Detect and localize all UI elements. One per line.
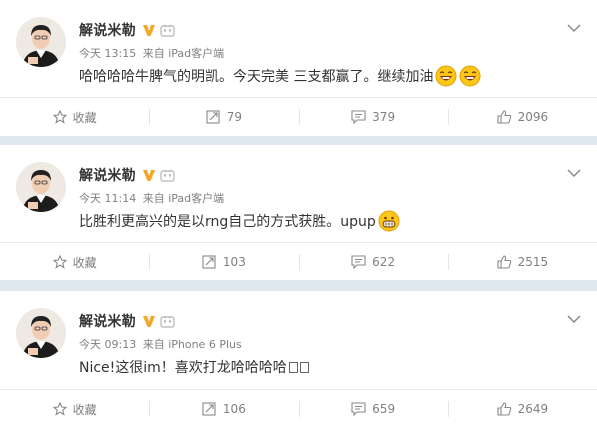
- like-count: 2649: [517, 402, 549, 416]
- star-icon: [52, 110, 67, 124]
- username[interactable]: 解说米勒: [79, 165, 136, 185]
- comment-button[interactable]: 379: [298, 98, 448, 136]
- post-card: 解说米勒 今天 13:15 来自 iPad客户端 哈哈哈哈牛脾气的明凯。今天完美…: [0, 0, 597, 136]
- post-time[interactable]: 今天 13:15: [79, 47, 136, 60]
- post-text: 哈哈哈哈牛脾气的明凯。今天完美 三支都赢了。继续加油: [79, 69, 434, 85]
- post-text: Nice!这很im！喜欢打龙哈哈哈哈: [79, 360, 287, 376]
- laugh-emoji: [459, 65, 481, 87]
- favorite-label: 收藏: [72, 255, 97, 270]
- repost-count: 103: [222, 255, 246, 269]
- repost-icon: [206, 110, 221, 124]
- favorite-label: 收藏: [72, 110, 97, 125]
- like-count: 2096: [517, 110, 549, 124]
- comment-icon: [351, 110, 366, 124]
- favorite-button[interactable]: 收藏: [0, 98, 149, 136]
- favorite-button[interactable]: 收藏: [0, 243, 149, 281]
- post-card: 解说米勒 今天 11:14 来自 iPad客户端 比胜利更高兴的是以rng自己的…: [0, 145, 597, 280]
- favorite-button[interactable]: 收藏: [0, 390, 149, 427]
- repost-button[interactable]: 103: [149, 243, 298, 281]
- avatar[interactable]: [16, 162, 66, 212]
- grin-emoji: [378, 210, 400, 232]
- post-time[interactable]: 今天 09:13: [79, 338, 136, 351]
- username[interactable]: 解说米勒: [79, 311, 136, 331]
- weibo-feed: 解说米勒 今天 13:15 来自 iPad客户端 哈哈哈哈牛脾气的明凯。今天完美…: [0, 0, 597, 427]
- like-icon: [497, 110, 512, 124]
- like-button[interactable]: 2515: [447, 243, 597, 281]
- like-button[interactable]: 2649: [447, 390, 597, 427]
- username[interactable]: 解说米勒: [79, 20, 136, 40]
- chevron-down-icon[interactable]: [567, 309, 581, 324]
- comment-icon: [351, 402, 366, 416]
- comment-count: 622: [372, 255, 396, 269]
- chevron-down-icon[interactable]: [567, 18, 581, 33]
- action-bar: 收藏 79 379 2096: [0, 98, 597, 136]
- chevron-down-icon[interactable]: [567, 163, 581, 178]
- repost-count: 79: [226, 110, 243, 124]
- comment-count: 379: [372, 110, 396, 124]
- like-icon: [497, 255, 512, 269]
- repost-button[interactable]: 106: [149, 390, 298, 427]
- repost-button[interactable]: 79: [149, 98, 298, 136]
- post-text: 比胜利更高兴的是以rng自己的方式获胜。upup: [79, 214, 376, 230]
- verified-v-icon: [141, 313, 157, 329]
- laugh-emoji: [435, 65, 457, 87]
- favorite-label: 收藏: [72, 402, 97, 417]
- action-bar: 收藏 103 622 2515: [0, 243, 597, 281]
- missing-glyph-icon: [299, 361, 309, 373]
- comment-icon: [351, 255, 366, 269]
- like-button[interactable]: 2096: [447, 98, 597, 136]
- missing-glyph-icon: [288, 361, 298, 373]
- verified-v-icon: [141, 22, 157, 38]
- post-time[interactable]: 今天 11:14: [79, 192, 136, 205]
- member-icon[interactable]: [160, 23, 175, 38]
- post-source[interactable]: 来自 iPhone 6 Plus: [143, 338, 242, 351]
- avatar[interactable]: [16, 17, 66, 67]
- post-card: 解说米勒 今天 09:13 来自 iPhone 6 Plus Nice!这很im…: [0, 291, 597, 427]
- member-icon[interactable]: [160, 168, 175, 183]
- like-icon: [497, 402, 512, 416]
- comment-button[interactable]: 659: [298, 390, 448, 427]
- repost-count: 106: [222, 402, 246, 416]
- post-source[interactable]: 来自 iPad客户端: [143, 47, 224, 60]
- action-bar: 收藏 106 659 2649: [0, 390, 597, 427]
- star-icon: [52, 402, 67, 416]
- repost-icon: [202, 402, 217, 416]
- verified-v-icon: [141, 167, 157, 183]
- member-icon[interactable]: [160, 314, 175, 329]
- comment-count: 659: [372, 402, 396, 416]
- avatar[interactable]: [16, 308, 66, 358]
- like-count: 2515: [517, 255, 549, 269]
- comment-button[interactable]: 622: [298, 243, 448, 281]
- star-icon: [52, 255, 67, 269]
- post-source[interactable]: 来自 iPad客户端: [143, 192, 224, 205]
- repost-icon: [202, 255, 217, 269]
